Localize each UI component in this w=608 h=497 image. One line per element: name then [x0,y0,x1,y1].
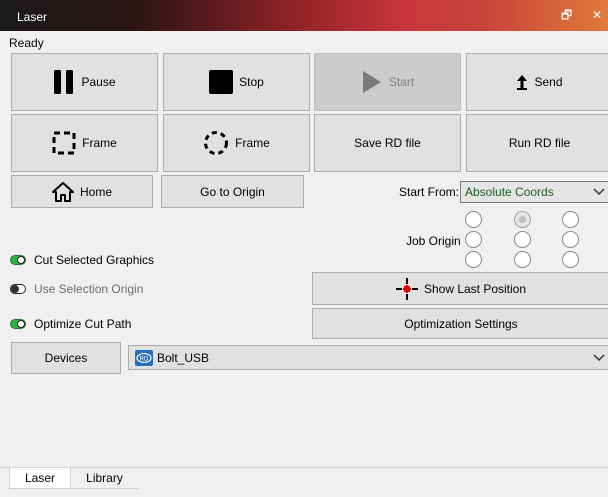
chevron-down-icon [593,185,605,199]
title-bar: Laser 🗗 ✕ [0,0,608,31]
home-icon [51,181,74,202]
status-text: Ready [9,36,44,50]
device-select[interactable]: RD Bolt_USB [128,345,608,370]
dashed-circle-icon [203,130,229,156]
use-selection-origin-label: Use Selection Origin [34,282,144,296]
frame-circle-button[interactable]: Frame [163,114,310,172]
job-origin-radio-top-center[interactable] [514,211,531,228]
tab-laser[interactable]: Laser [9,468,71,489]
optimize-cut-path-label: Optimize Cut Path [34,317,132,331]
save-rd-button[interactable]: Save RD file [314,114,461,172]
send-label: Send [534,75,563,89]
start-from-label: Start From: [399,185,460,199]
frame-rect-button[interactable]: Frame [11,114,158,172]
crosshair-icon [395,277,418,300]
upload-arrow-icon [516,74,528,90]
show-last-position-button[interactable]: Show Last Position [312,272,608,305]
stop-icon [209,70,234,94]
rd-device-icon: RD [135,349,153,366]
frame-circle-label: Frame [235,136,270,150]
tab-bar: Laser Library [0,467,608,497]
pause-label: Pause [81,75,116,89]
job-origin-radio-middle-left[interactable] [465,231,482,248]
start-button[interactable]: Start [314,53,461,111]
save-rd-label: Save RD file [354,136,421,150]
use-selection-origin-toggle[interactable] [10,284,26,294]
job-origin-radio-top-left[interactable] [465,211,482,228]
show-last-position-label: Show Last Position [423,281,527,296]
optimization-settings-label: Optimization Settings [404,316,518,331]
play-icon [361,69,383,95]
send-button[interactable]: Send [466,53,608,111]
devices-label: Devices [44,351,88,365]
optimize-cut-path-toggle[interactable] [10,319,26,329]
stop-label: Stop [239,75,264,89]
home-button[interactable]: Home [11,175,153,208]
go-to-origin-button[interactable]: Go to Origin [161,175,304,208]
job-origin-radio-top-right[interactable] [562,211,579,228]
dashed-square-icon [52,131,76,155]
frame-rect-label: Frame [82,136,117,150]
run-rd-button[interactable]: Run RD file [466,114,608,172]
job-origin-label: Job Origin [406,234,461,248]
job-origin-radio-bottom-right[interactable] [562,251,579,268]
cut-selected-toggle[interactable] [10,255,26,265]
start-label: Start [388,75,415,89]
close-button[interactable]: ✕ [592,8,602,22]
go-to-origin-label: Go to Origin [200,184,265,199]
home-label: Home [79,184,112,199]
restore-button[interactable]: 🗗 [561,8,572,22]
job-origin-radio-bottom-center[interactable] [514,251,531,268]
start-from-select[interactable]: Absolute Coords [460,181,608,203]
run-rd-label: Run RD file [508,136,571,150]
stop-button[interactable]: Stop [163,53,310,111]
cut-selected-label: Cut Selected Graphics [34,253,155,267]
start-from-value: Absolute Coords [465,185,554,199]
device-name: Bolt_USB [157,350,210,365]
job-origin-radio-center[interactable] [514,231,531,248]
job-origin-radio-bottom-left[interactable] [465,251,482,268]
window-title: Laser [17,10,48,24]
pause-icon [53,69,75,95]
devices-button[interactable]: Devices [11,342,121,374]
tab-library[interactable]: Library [71,468,138,489]
pause-button[interactable]: Pause [11,53,158,111]
job-origin-radio-middle-right[interactable] [562,231,579,248]
optimization-settings-button[interactable]: Optimization Settings [312,308,608,339]
svg-text:RD: RD [140,356,149,362]
chevron-down-icon [593,351,605,365]
